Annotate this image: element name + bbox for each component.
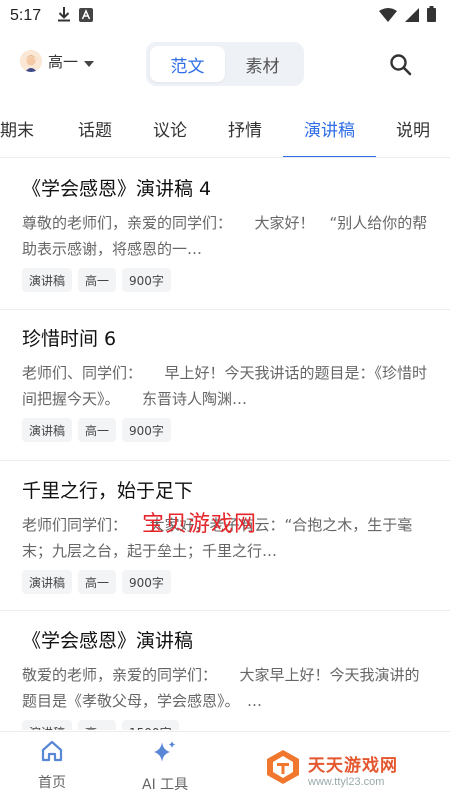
tag-type: 演讲稿 [22,570,73,594]
article-card-1[interactable]: 《学会感恩》演讲稿 4 尊敬的老师们，亲爱的同学们： 大家好！ “别人给你的帮助… [0,176,450,292]
tag-length: 900字 [122,418,171,442]
nav-label: AI 工具 [142,777,189,793]
watermark: 宝贝游戏网 [142,512,258,537]
tag-grade: 高一 [78,418,117,442]
card-divider [0,460,450,461]
tab-shuqing[interactable]: 抒情 [228,116,262,141]
tag-length: 1500字 [122,720,179,730]
tag-grade: 高一 [78,720,117,730]
article-tags: 演讲稿 高一 900字 [22,570,428,594]
tag-grade: 高一 [78,268,117,292]
article-title: 珍惜时间 6 [22,328,117,350]
content-type-switch: 范文 素材 [146,42,304,86]
site-logo: 天天游戏网 www.ttyl23.com [264,748,398,790]
tab-yilun[interactable]: 议论 [153,116,187,141]
segment-fanwen[interactable]: 范文 [150,46,225,82]
sparkle-icon [152,740,178,768]
nav-label: 首页 [38,775,66,791]
avatar [20,50,42,72]
category-tabs: 期末 话题 议论 抒情 演讲稿 说明 [0,104,450,158]
wifi-icon [379,7,397,26]
header: 高一 范文 素材 [0,40,450,88]
article-list: 《学会感恩》演讲稿 4 尊敬的老师们，亲爱的同学们： 大家好！ “别人给你的帮助… [0,158,450,730]
tab-yanjianggao[interactable]: 演讲稿 [304,116,355,141]
search-button[interactable] [388,52,414,78]
nav-ai-tools[interactable]: AI 工具 [142,740,188,794]
signal-icon [405,7,419,26]
article-excerpt: 敬爱的老师，亲爱的同学们： 大家早上好！今天我演讲的题目是《孝敬父母，学会感恩》… [22,666,420,710]
article-card-2[interactable]: 珍惜时间 6 老师们、同学们： 早上好！今天我讲话的题目是：《珍惜时间把握今天》… [0,326,450,442]
tab-huati[interactable]: 话题 [78,116,112,141]
tag-grade: 高一 [78,570,117,594]
a-box-icon [79,7,94,26]
tag-type: 演讲稿 [22,418,73,442]
grade-picker[interactable]: 高一 [20,50,95,72]
download-icon [57,6,71,26]
article-excerpt: 尊敬的老师们，亲爱的同学们： 大家好！ “别人给你的帮助表示感谢，将感恩的一… [22,214,428,258]
battery-icon [427,6,436,26]
status-time: 5:17 [10,7,42,24]
article-tags: 演讲稿 高一 900字 [22,418,428,442]
article-title: 《学会感恩》演讲稿 4 [22,178,212,200]
tag-length: 900字 [122,570,171,594]
card-divider [0,309,450,310]
nav-home[interactable]: 首页 [38,740,66,792]
article-excerpt: 老师们、同学们： 早上好！今天我讲话的题目是：《珍惜时间把握今天》。 东晋诗人陶… [22,364,428,408]
article-tags: 演讲稿 高一 1500字 [22,720,428,730]
article-title: 千里之行，始于足下 [22,480,194,502]
search-icon [388,54,414,82]
tag-type: 演讲稿 [22,720,73,730]
logo-url: www.ttyl23.com [308,775,385,788]
card-divider [0,610,450,611]
home-icon [41,740,63,766]
logo-mark-icon [264,748,302,790]
tag-type: 演讲稿 [22,268,73,292]
tab-qimo[interactable]: 期末 [0,116,34,141]
grade-label: 高一 [48,52,79,71]
logo-name: 天天游戏网 [308,755,398,776]
article-card-4[interactable]: 《学会感恩》演讲稿 敬爱的老师，亲爱的同学们： 大家早上好！今天我演讲的题目是《… [0,628,450,730]
article-title: 《学会感恩》演讲稿 [22,630,194,652]
tab-shuoming[interactable]: 说明 [396,116,430,141]
caret-down-icon [84,52,95,71]
status-bar: 5:17 [0,0,450,32]
segment-sucai[interactable]: 素材 [225,46,300,82]
article-tags: 演讲稿 高一 900字 [22,268,428,292]
tag-length: 900字 [122,268,171,292]
